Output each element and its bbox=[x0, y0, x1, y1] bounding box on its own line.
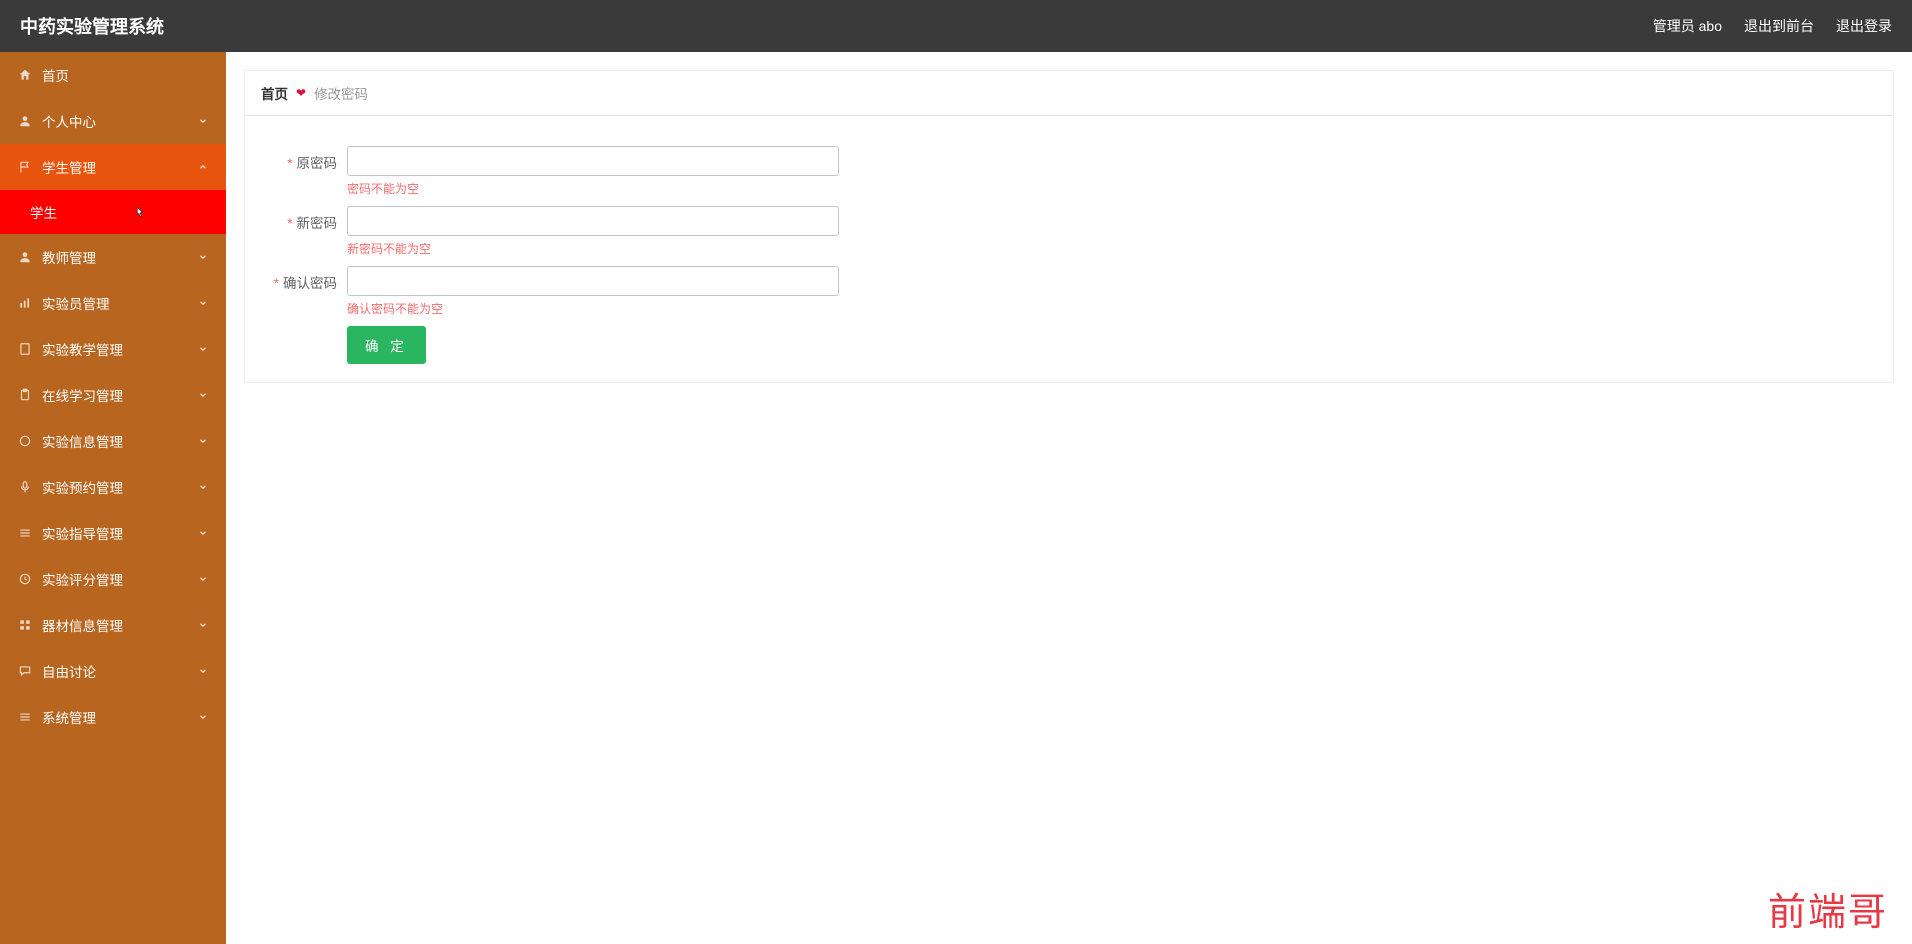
sidebar-item-label: 实验指导管理 bbox=[42, 523, 123, 543]
sidebar-sub-student[interactable]: 学生 bbox=[0, 190, 226, 234]
bars-icon bbox=[18, 296, 32, 310]
heart-icon: ❤ bbox=[296, 86, 306, 100]
grid-icon bbox=[18, 618, 32, 632]
confirm-button[interactable]: 确 定 bbox=[347, 326, 426, 364]
sidebar-item-home[interactable]: 首页 bbox=[0, 52, 226, 98]
chat-icon bbox=[18, 664, 32, 678]
sidebar-item-lab-score-mgmt[interactable]: 实验评分管理 bbox=[0, 556, 226, 602]
new-password-input[interactable] bbox=[347, 206, 839, 236]
header-user-label[interactable]: 管理员 abo bbox=[1653, 16, 1722, 36]
chevron-down-icon bbox=[198, 620, 208, 630]
chevron-down-icon bbox=[198, 528, 208, 538]
clipboard-icon bbox=[18, 388, 32, 402]
chevron-down-icon bbox=[198, 344, 208, 354]
sidebar-item-label: 实验信息管理 bbox=[42, 431, 123, 451]
chevron-down-icon bbox=[198, 298, 208, 308]
sidebar-item-lab-booking-mgmt[interactable]: 实验预约管理 bbox=[0, 464, 226, 510]
old-password-input[interactable] bbox=[347, 146, 839, 176]
sidebar-item-student-mgmt[interactable]: 学生管理 bbox=[0, 144, 226, 190]
sidebar-item-label: 实验预约管理 bbox=[42, 477, 123, 497]
chevron-up-icon bbox=[198, 162, 208, 172]
mic-icon bbox=[18, 480, 32, 494]
sidebar-item-lab-guide-mgmt[interactable]: 实验指导管理 bbox=[0, 510, 226, 556]
user-icon bbox=[18, 114, 32, 128]
sidebar-item-label: 自由讨论 bbox=[42, 661, 96, 681]
header-exit-front[interactable]: 退出到前台 bbox=[1744, 16, 1814, 36]
form-label-old-password: *原密码 bbox=[259, 146, 337, 172]
sidebar-item-label: 学生管理 bbox=[42, 157, 96, 177]
list-icon bbox=[18, 710, 32, 724]
panel: 首页 ❤ 修改密码 *原密码 密码不能为空 *新密码 bbox=[244, 70, 1894, 383]
sidebar-item-label: 实验教学管理 bbox=[42, 339, 123, 359]
form-row-new-password: *新密码 新密码不能为空 bbox=[259, 206, 1879, 262]
chevron-down-icon bbox=[198, 390, 208, 400]
sidebar-item-equipment-mgmt[interactable]: 器材信息管理 bbox=[0, 602, 226, 648]
sidebar-item-label: 器材信息管理 bbox=[42, 615, 123, 635]
chevron-down-icon bbox=[198, 116, 208, 126]
sidebar-item-online-study-mgmt[interactable]: 在线学习管理 bbox=[0, 372, 226, 418]
user-icon bbox=[18, 250, 32, 264]
sidebar-item-label: 在线学习管理 bbox=[42, 385, 123, 405]
form-row-old-password: *原密码 密码不能为空 bbox=[259, 146, 1879, 202]
list-icon bbox=[18, 526, 32, 540]
breadcrumb-current: 修改密码 bbox=[314, 83, 368, 103]
pointer-cursor-icon bbox=[132, 204, 146, 222]
sidebar-item-label: 实验评分管理 bbox=[42, 569, 123, 589]
chevron-down-icon bbox=[198, 666, 208, 676]
circle-icon bbox=[18, 434, 32, 448]
sidebar-item-label: 个人中心 bbox=[42, 111, 96, 131]
clock-icon bbox=[18, 572, 32, 586]
sidebar-item-lab-staff-mgmt[interactable]: 实验员管理 bbox=[0, 280, 226, 326]
form-error-old-password: 密码不能为空 bbox=[347, 180, 839, 196]
form-row-confirm-password: *确认密码 确认密码不能为空 bbox=[259, 266, 1879, 322]
sidebar-item-label: 首页 bbox=[42, 65, 69, 85]
form-label-confirm-password: *确认密码 bbox=[259, 266, 337, 292]
app-title: 中药实验管理系统 bbox=[20, 13, 164, 39]
header: 中药实验管理系统 管理员 abo 退出到前台 退出登录 bbox=[0, 0, 1912, 52]
form-change-password: *原密码 密码不能为空 *新密码 新密码不能为空 bbox=[245, 116, 1893, 382]
sidebar: 首页 个人中心 学生管理 bbox=[0, 52, 226, 944]
flag-icon bbox=[18, 160, 32, 174]
chevron-down-icon bbox=[198, 436, 208, 446]
sidebar-item-lab-info-mgmt[interactable]: 实验信息管理 bbox=[0, 418, 226, 464]
doc-icon bbox=[18, 342, 32, 356]
sidebar-sub-label: 学生 bbox=[30, 202, 57, 222]
house-icon bbox=[18, 68, 32, 82]
sidebar-item-teacher-mgmt[interactable]: 教师管理 bbox=[0, 234, 226, 280]
header-logout[interactable]: 退出登录 bbox=[1836, 16, 1892, 36]
sidebar-item-system-mgmt[interactable]: 系统管理 bbox=[0, 694, 226, 740]
form-error-new-password: 新密码不能为空 bbox=[347, 240, 839, 256]
sidebar-item-label: 实验员管理 bbox=[42, 293, 110, 313]
sidebar-item-free-discuss[interactable]: 自由讨论 bbox=[0, 648, 226, 694]
main-content: 首页 ❤ 修改密码 *原密码 密码不能为空 *新密码 bbox=[226, 52, 1912, 944]
chevron-down-icon bbox=[198, 712, 208, 722]
sidebar-item-lab-teaching-mgmt[interactable]: 实验教学管理 bbox=[0, 326, 226, 372]
form-label-new-password: *新密码 bbox=[259, 206, 337, 232]
form-buttons: 确 定 bbox=[347, 326, 1879, 364]
sidebar-item-label: 系统管理 bbox=[42, 707, 96, 727]
container: 首页 个人中心 学生管理 bbox=[0, 52, 1912, 944]
breadcrumb: 首页 ❤ 修改密码 bbox=[245, 71, 1893, 116]
confirm-password-input[interactable] bbox=[347, 266, 839, 296]
sidebar-item-label: 教师管理 bbox=[42, 247, 96, 267]
breadcrumb-home[interactable]: 首页 bbox=[261, 83, 288, 103]
chevron-down-icon bbox=[198, 252, 208, 262]
sidebar-item-personal[interactable]: 个人中心 bbox=[0, 98, 226, 144]
form-error-confirm-password: 确认密码不能为空 bbox=[347, 300, 839, 316]
chevron-down-icon bbox=[198, 574, 208, 584]
chevron-down-icon bbox=[198, 482, 208, 492]
header-right: 管理员 abo 退出到前台 退出登录 bbox=[1653, 16, 1892, 36]
